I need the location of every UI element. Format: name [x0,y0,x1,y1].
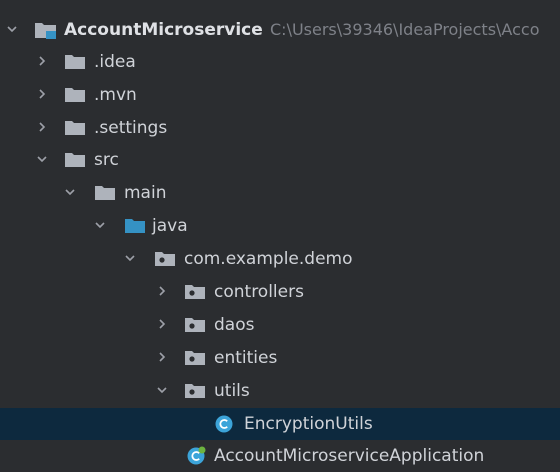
chevron-down-icon[interactable] [156,375,170,407]
chevron-right-icon[interactable] [156,309,170,341]
package-icon [184,276,206,308]
class-icon [214,408,236,440]
tree-item-label: utils [214,381,250,401]
package-icon [184,375,206,407]
chevron-down-icon[interactable] [64,177,78,209]
tree-item-label: entities [214,348,278,368]
tree-row-daos[interactable]: daos [0,309,560,341]
chevron-right-icon[interactable] [156,276,170,308]
chevron-down-icon[interactable] [6,14,20,46]
tree-item-label: controllers [214,282,304,302]
tree-row-controllers[interactable]: controllers [0,276,560,308]
package-icon [154,243,176,275]
folder-icon [64,79,86,111]
module-folder-icon [34,14,56,46]
tree-item-label: src [94,150,119,170]
tree-row-account-microservice-application[interactable]: AccountMicroserviceApplication [0,440,560,472]
chevron-right-icon[interactable] [36,79,50,111]
project-name: AccountMicroservice [64,20,263,40]
source-folder-icon [124,210,146,242]
tree-row-main[interactable]: main [0,177,560,209]
tree-item-label: java [152,216,188,236]
tree-row-entities[interactable]: entities [0,342,560,374]
tree-row-utils[interactable]: utils [0,375,560,407]
chevron-down-icon[interactable] [94,210,108,242]
tree-row-src[interactable]: src [0,144,560,176]
project-path: C:\Users\39346\IdeaProjects\Acco [270,20,540,39]
tree-row-com-example-demo[interactable]: com.example.demo [0,243,560,275]
folder-icon [64,144,86,176]
tree-item-label: main [124,183,167,203]
tree-item-label: .mvn [94,85,137,105]
folder-icon [94,177,116,209]
package-icon [184,309,206,341]
project-tree: AccountMicroservice C:\Users\39346\IdeaP… [0,0,560,472]
tree-row-idea[interactable]: .idea [0,46,560,78]
tree-item-label: AccountMicroserviceApplication [214,446,485,466]
chevron-right-icon[interactable] [156,342,170,374]
folder-icon [64,112,86,144]
tree-row-mvn[interactable]: .mvn [0,79,560,111]
tree-row-project-root[interactable]: AccountMicroservice C:\Users\39346\IdeaP… [0,14,560,46]
tree-row-encryption-utils[interactable]: EncryptionUtils [0,408,560,440]
tree-item-label: com.example.demo [184,249,353,269]
package-icon [184,342,206,374]
tree-item-label: daos [214,315,255,335]
chevron-right-icon[interactable] [36,46,50,78]
chevron-right-icon[interactable] [36,112,50,144]
chevron-down-icon[interactable] [124,243,138,275]
spring-boot-class-icon [186,440,208,472]
chevron-down-icon[interactable] [36,144,50,176]
folder-icon [64,46,86,78]
tree-row-java[interactable]: java [0,210,560,242]
tree-item-label: EncryptionUtils [244,414,373,434]
tree-item-label: .settings [94,118,168,138]
tree-row-settings[interactable]: .settings [0,112,560,144]
tree-item-label: .idea [94,52,136,72]
